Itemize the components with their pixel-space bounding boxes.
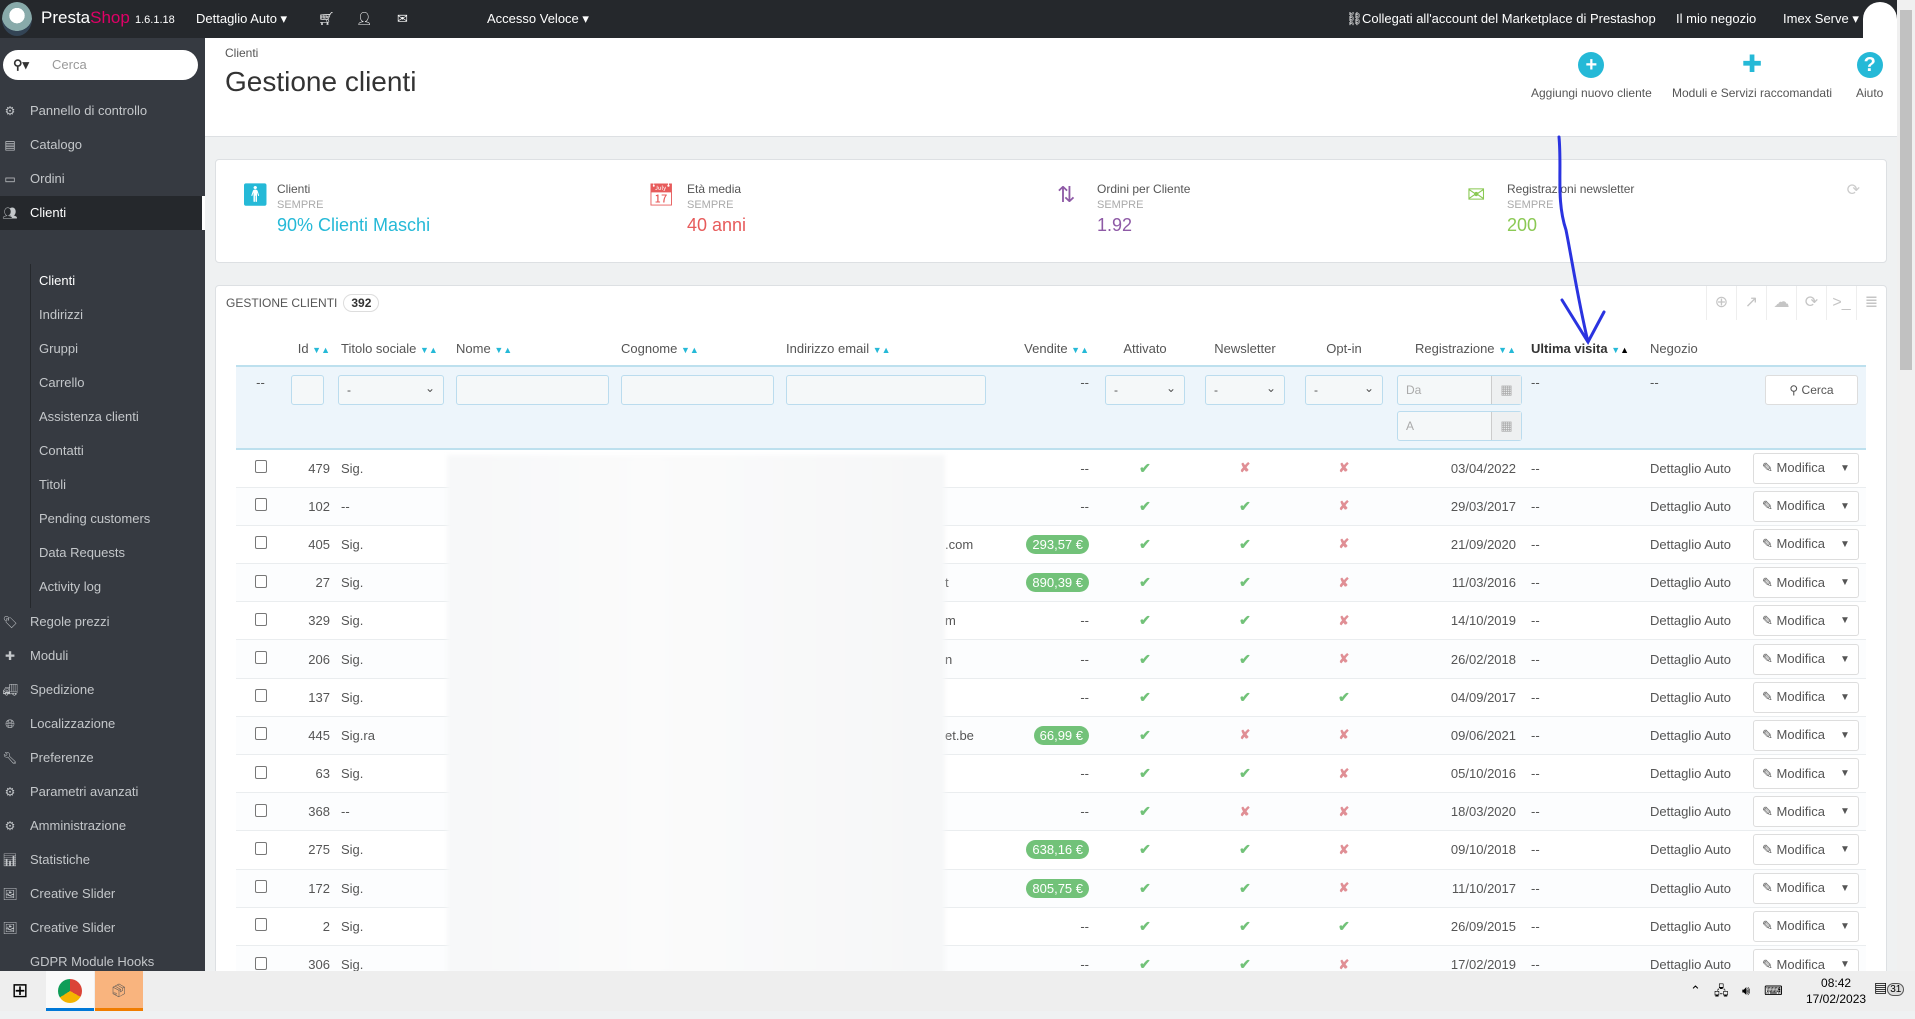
volume-icon[interactable]: 🔊︎	[1742, 971, 1750, 1011]
notification-icon[interactable]: ▤ 31	[1874, 979, 1905, 996]
windows-start-icon[interactable]: ⊞	[0, 971, 40, 1011]
page-scrollbar[interactable]	[1897, 0, 1915, 971]
annotation-arrow	[1557, 135, 1606, 346]
keyboard-icon[interactable]: ⌨	[1764, 971, 1783, 1011]
scrollbar-thumb[interactable]	[1900, 10, 1912, 370]
app-taskbar-icon[interactable]: 📦︎	[95, 971, 143, 1011]
tray-chevron-icon[interactable]: ⌃	[1690, 971, 1701, 1011]
network-icon[interactable]: 🖧︎	[1714, 971, 1729, 1011]
windows-taskbar: ⊞ 📦︎ ⌃ 🖧︎ 🔊︎ ⌨ 08:42 17/02/2023 ▤ 31	[0, 971, 1915, 1011]
clock[interactable]: 08:42 17/02/2023	[1806, 975, 1866, 1007]
chrome-taskbar-icon[interactable]	[46, 971, 94, 1011]
